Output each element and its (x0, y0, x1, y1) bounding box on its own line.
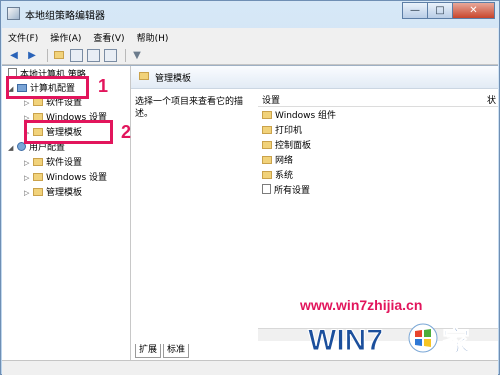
tab-standard[interactable]: 标准 (163, 344, 190, 358)
folder-icon (262, 111, 272, 119)
folder-icon (139, 72, 149, 80)
tree-item-software-settings-user[interactable]: ▷ 软件设置 (24, 156, 82, 170)
tree-label: 用户配置 (29, 143, 66, 153)
title-bar: 本地组策略编辑器 — □ ✕ (1, 1, 499, 27)
forward-arrow-icon[interactable]: ▶ (25, 49, 39, 62)
list-item[interactable]: 控制面板 (262, 139, 311, 153)
list-item-label: Windows 组件 (275, 111, 337, 121)
minimize-button[interactable]: — (402, 2, 428, 19)
list-item[interactable]: 系统 (262, 169, 293, 183)
list-item-label: 打印机 (275, 126, 303, 136)
folder-icon (262, 171, 272, 179)
description-text: 选择一个项目来查看它的描述。 (135, 97, 244, 119)
close-button[interactable]: ✕ (452, 2, 495, 19)
list-item-label: 控制面板 (275, 141, 312, 151)
tree-label: 管理模板 (46, 188, 83, 198)
list-item[interactable]: Windows 组件 (262, 109, 336, 123)
window-title: 本地组策略编辑器 (25, 11, 105, 22)
column-header-status[interactable]: 状 (487, 93, 496, 106)
menu-action[interactable]: 操作(A) (44, 31, 87, 44)
tree-item-admin-templates-user[interactable]: ▷ 管理模板 (24, 186, 82, 200)
collapse-arrow-icon[interactable]: ▷ (24, 186, 33, 200)
properties-icon[interactable] (87, 48, 100, 62)
folder-icon (262, 141, 272, 149)
tree-label: 软件设置 (46, 98, 83, 108)
tab-extended[interactable]: 扩展 (135, 344, 162, 358)
list-item-label: 所有设置 (274, 186, 311, 196)
folder-icon (33, 173, 43, 181)
annotation-number-2: 2 (121, 122, 132, 142)
folder-icon (262, 156, 272, 164)
details-title: 管理模板 (155, 74, 192, 84)
list-item[interactable]: 网络 (262, 154, 293, 168)
status-bar (2, 360, 498, 375)
app-icon (7, 7, 20, 20)
list-item-label: 系统 (275, 171, 294, 181)
help-icon[interactable] (104, 48, 117, 62)
details-pane: 管理模板 选择一个项目来查看它的描述。 设置 状 Windows 组件 打印机 … (131, 66, 498, 361)
folder-up-icon[interactable] (52, 49, 66, 62)
collapse-arrow-icon[interactable]: ▷ (24, 171, 33, 185)
logo-text: WIN7 (308, 324, 383, 357)
menu-file[interactable]: 文件(F) (2, 31, 44, 44)
column-header-setting[interactable]: 设置 (262, 93, 280, 106)
show-hide-tree-icon[interactable] (70, 48, 83, 62)
details-header: 管理模板 (131, 66, 498, 89)
collapse-arrow-icon[interactable]: ▷ (24, 156, 33, 170)
menu-help[interactable]: 帮助(H) (131, 31, 175, 44)
annotation-box-1 (6, 76, 89, 99)
folder-icon (262, 126, 272, 134)
logo-suffix: 家 (442, 325, 470, 358)
windows-flag-icon (408, 323, 438, 353)
watermark-url: www.win7zhijia.cn (300, 297, 423, 313)
back-arrow-icon[interactable]: ◀ (7, 49, 21, 62)
expand-arrow-icon[interactable]: ◢ (8, 141, 17, 155)
tree-label: Windows 设置 (46, 173, 108, 183)
toolbar-separator (125, 48, 126, 62)
all-settings-icon (262, 184, 271, 194)
filter-icon[interactable]: ▼ (130, 49, 144, 62)
list-header: 设置 状 (258, 92, 498, 107)
menu-view[interactable]: 查看(V) (87, 31, 130, 44)
menu-bar: 文件(F) 操作(A) 查看(V) 帮助(H) (2, 28, 498, 47)
annotation-number-1: 1 (98, 76, 109, 96)
content-area: 本地计算机 策略 ◢ 计算机配置 ▷ 软件设置 ▷ Windows 设置 ▷ 管理模板 … (2, 65, 498, 361)
win7-logo: WIN7 家 (308, 323, 471, 359)
tree-item-windows-settings-user[interactable]: ▷ Windows 设置 (24, 171, 107, 185)
list-item[interactable]: 所有设置 (262, 184, 310, 198)
tree-label: 软件设置 (46, 158, 83, 168)
folder-icon (33, 98, 43, 106)
list-item-label: 网络 (275, 156, 294, 166)
tree-pane: 本地计算机 策略 ◢ 计算机配置 ▷ 软件设置 ▷ Windows 设置 ▷ 管理模板 … (2, 66, 131, 361)
window-controls: — □ ✕ (402, 2, 495, 20)
folder-icon (33, 188, 43, 196)
annotation-box-2 (24, 120, 113, 144)
folder-icon (33, 158, 43, 166)
toolbar-separator (47, 48, 48, 62)
toolbar: ◀ ▶ ▼ (2, 46, 498, 65)
list-item[interactable]: 打印机 (262, 124, 302, 138)
maximize-button[interactable]: □ (427, 2, 453, 19)
